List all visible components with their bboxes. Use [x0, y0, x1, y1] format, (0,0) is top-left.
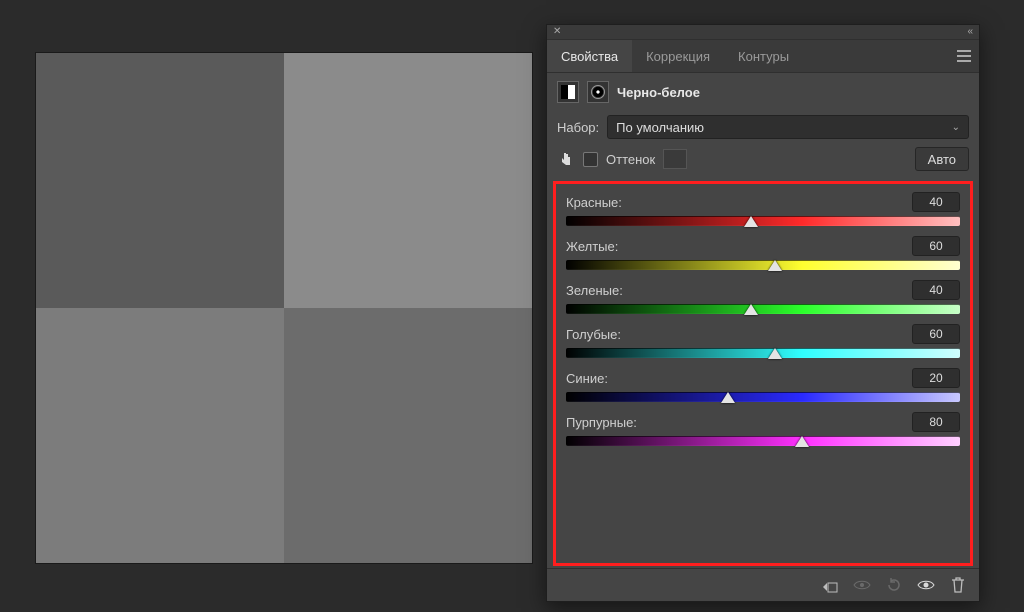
yellows-label: Желтые: — [566, 239, 618, 254]
auto-button[interactable]: Авто — [915, 147, 969, 171]
preview-quadrant-1 — [36, 53, 284, 308]
canvas-preview — [36, 53, 532, 563]
yellows-value[interactable]: 60 — [912, 236, 960, 256]
greens-slider[interactable] — [566, 304, 960, 314]
preview-quadrant-2 — [284, 53, 532, 308]
greens-label: Зеленые: — [566, 283, 623, 298]
visibility-icon[interactable] — [917, 576, 935, 594]
preset-label: Набор: — [557, 120, 599, 135]
trash-icon[interactable] — [949, 576, 967, 594]
reds-slider[interactable] — [566, 216, 960, 226]
panel-menu-icon[interactable] — [957, 50, 971, 62]
reset-icon[interactable] — [885, 576, 903, 594]
panel-titlebar: ✕ « — [547, 25, 979, 40]
slider-row-magentas: Пурпурные: 80 — [562, 410, 964, 454]
magentas-slider[interactable] — [566, 436, 960, 446]
adjustment-layer-icon — [587, 81, 609, 103]
preset-row: Набор: По умолчанию ⌄ — [547, 111, 979, 143]
close-icon[interactable]: ✕ — [553, 27, 561, 37]
collapse-icon[interactable]: « — [967, 27, 973, 37]
cyans-label: Голубые: — [566, 327, 621, 342]
tint-row: Оттенок Авто — [547, 143, 979, 175]
tint-checkbox[interactable] — [583, 152, 598, 167]
blues-value[interactable]: 20 — [912, 368, 960, 388]
slider-row-reds: Красные: 40 — [562, 190, 964, 234]
adjustment-title: Черно-белое — [617, 85, 700, 100]
slider-row-greens: Зеленые: 40 — [562, 278, 964, 322]
slider-row-blues: Синие: 20 — [562, 366, 964, 410]
cyans-slider[interactable] — [566, 348, 960, 358]
reds-label: Красные: — [566, 195, 622, 210]
reds-value[interactable]: 40 — [912, 192, 960, 212]
view-previous-icon[interactable] — [853, 576, 871, 594]
panel-tabs: Свойства Коррекция Контуры — [547, 40, 979, 73]
slider-row-yellows: Желтые: 60 — [562, 234, 964, 278]
magentas-label: Пурпурные: — [566, 415, 637, 430]
panel-footer — [547, 568, 979, 601]
tab-correction[interactable]: Коррекция — [632, 40, 724, 72]
color-sliders-group: Красные: 40 Желтые: 60 Зеленые: 40 — [553, 181, 973, 566]
cyans-value[interactable]: 60 — [912, 324, 960, 344]
blues-slider[interactable] — [566, 392, 960, 402]
tab-contours[interactable]: Контуры — [724, 40, 803, 72]
preview-quadrant-3 — [36, 308, 284, 563]
slider-row-cyans: Голубые: 60 — [562, 322, 964, 366]
adjustment-header: Черно-белое — [547, 73, 979, 111]
properties-panel: ✕ « Свойства Коррекция Контуры Черно-бел… — [546, 24, 980, 602]
bw-square-icon — [557, 81, 579, 103]
preset-value: По умолчанию — [616, 120, 704, 135]
magentas-value[interactable]: 80 — [912, 412, 960, 432]
tint-color-swatch[interactable] — [663, 149, 687, 169]
preview-quadrant-4 — [284, 308, 532, 563]
preset-select[interactable]: По умолчанию ⌄ — [607, 115, 969, 139]
greens-value[interactable]: 40 — [912, 280, 960, 300]
tab-properties[interactable]: Свойства — [547, 40, 632, 72]
targeted-adjust-icon[interactable] — [557, 150, 575, 168]
clip-to-layer-icon[interactable] — [821, 576, 839, 594]
yellows-slider[interactable] — [566, 260, 960, 270]
blues-label: Синие: — [566, 371, 608, 386]
tint-label: Оттенок — [606, 152, 655, 167]
chevron-down-icon: ⌄ — [952, 122, 960, 133]
